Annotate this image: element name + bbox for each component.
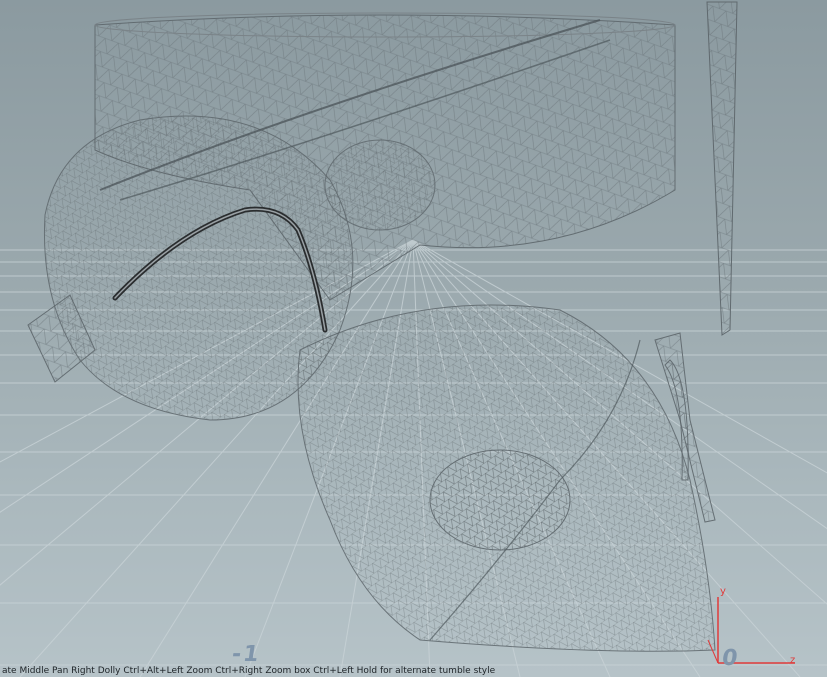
status-bar: ate Middle Pan Right Dolly Ctrl+Alt+Left… bbox=[0, 665, 827, 677]
axis-y-label: y bbox=[720, 586, 726, 597]
wireframe-mesh[interactable] bbox=[27, 1, 738, 652]
axis-gizmo bbox=[707, 597, 795, 664]
status-bar-text: ate Middle Pan Right Dolly Ctrl+Alt+Left… bbox=[2, 666, 496, 676]
viewport-canvas[interactable] bbox=[0, 0, 827, 677]
3d-viewport[interactable]: -1 0 y z bbox=[0, 0, 827, 677]
grid-label-minus-one: -1 bbox=[230, 642, 263, 667]
